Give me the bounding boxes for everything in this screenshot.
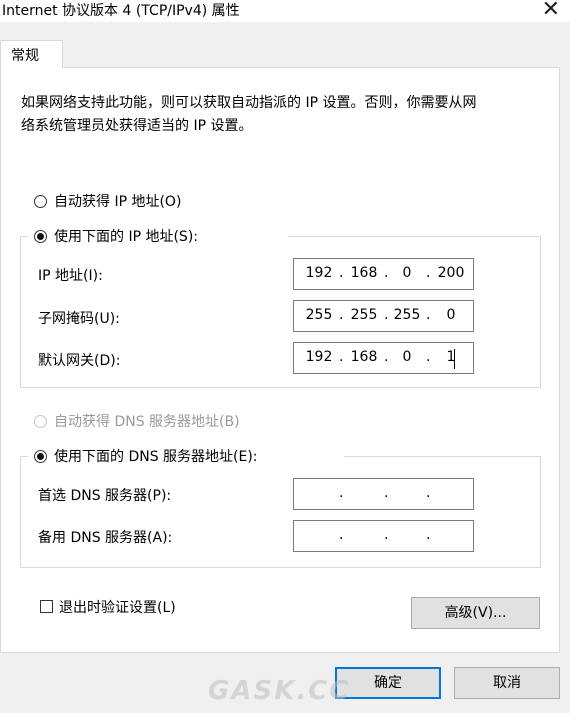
description-line-1: 如果网络支持此功能，则可以获取自动指派的 IP 设置。否则，你需要从网 [21,95,477,111]
ip-address-octet-2: 168 [350,265,378,281]
preferred-dns-label: 首选 DNS 服务器(P): [38,488,172,504]
auto-ip-radio[interactable] [34,195,47,208]
validate-label[interactable]: 退出时验证设置(L) [59,597,176,617]
manual-ip-label[interactable]: 使用下面的 IP 地址(S): [54,226,198,246]
subnet-mask-label: 子网掩码(U): [38,311,120,327]
alternate-dns-input[interactable]: . . . [293,520,474,552]
close-icon[interactable]: ✕ [542,0,560,22]
auto-dns-label[interactable]: 自动获得 DNS 服务器地址(B) [54,411,240,431]
ip-address-label: IP 地址(I): [38,268,103,284]
watermark-logo: GASK.CC [208,676,351,706]
ok-button[interactable]: 确定 [335,667,441,699]
ip-address-input[interactable]: 192 . 168 . 0 . 200 [293,258,474,290]
default-gateway-label: 默认网关(D): [38,353,121,369]
ip-address-octet-4: 200 [437,265,465,281]
validate-checkbox[interactable] [40,600,53,613]
alternate-dns-label: 备用 DNS 服务器(A): [38,530,173,546]
auto-ip-label[interactable]: 自动获得 IP 地址(O) [54,191,181,211]
subnet-mask-octet-2: 255 [350,307,378,323]
subnet-mask-octet-1: 255 [305,307,333,323]
preferred-dns-input[interactable]: . . . [293,478,474,510]
window-title: Internet 协议版本 4 (TCP/IPv4) 属性 [2,3,240,19]
default-gateway-octet-4: 1 [446,349,456,365]
subnet-mask-octet-4: 0 [446,307,456,323]
subnet-mask-octet-3: 255 [393,307,421,323]
auto-dns-radio[interactable] [34,415,47,428]
default-gateway-input[interactable]: 192 . 168 . 0 . 1 [293,342,474,374]
default-gateway-octet-1: 192 [305,349,333,365]
manual-ip-radio[interactable] [34,230,47,243]
advanced-button[interactable]: 高级(V)... [411,597,540,629]
tab-general-label: 常规 [11,48,39,64]
default-gateway-octet-2: 168 [350,349,378,365]
manual-dns-radio[interactable] [34,450,47,463]
cancel-button[interactable]: 取消 [454,667,560,699]
description-line-2: 络系统管理员处获得适当的 IP 设置。 [21,118,253,134]
manual-dns-label[interactable]: 使用下面的 DNS 服务器地址(E): [54,446,258,466]
tab-general[interactable]: 常规 [0,40,63,68]
ip-address-octet-3: 0 [402,265,412,281]
subnet-mask-input[interactable]: 255 . 255 . 255 . 0 [293,300,474,332]
default-gateway-octet-3: 0 [402,349,412,365]
text-caret [454,349,455,369]
ip-address-octet-1: 192 [305,265,333,281]
